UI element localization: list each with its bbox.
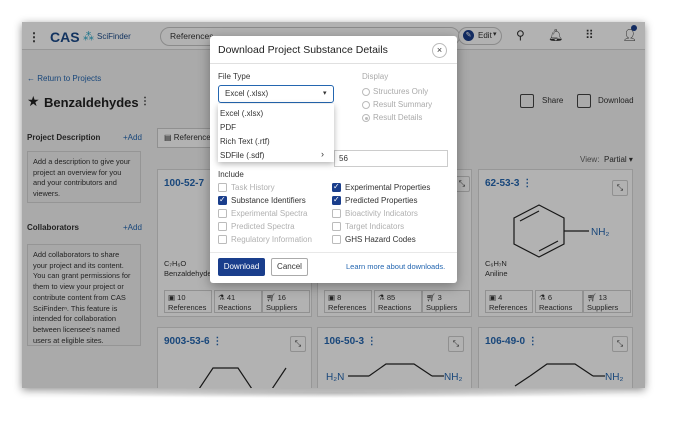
checkbox-label: Task History bbox=[231, 183, 275, 192]
file-type-label: File Type bbox=[218, 72, 251, 81]
checkbox-bioactivity-indicators[interactable] bbox=[332, 209, 341, 218]
display-option-label: Structures Only bbox=[373, 87, 429, 96]
file-type-select[interactable]: Excel (.xlsx) bbox=[218, 85, 334, 103]
learn-more-link[interactable]: Learn more about downloads. bbox=[346, 262, 445, 271]
cancel-button[interactable]: Cancel bbox=[271, 258, 308, 276]
dialog-footer-divider bbox=[210, 252, 457, 253]
checkbox-label: Predicted Properties bbox=[345, 196, 418, 205]
checkbox-predicted-spectra[interactable] bbox=[218, 222, 227, 231]
checkbox-label: Experimental Spectra bbox=[231, 209, 308, 218]
download-submit-button[interactable]: Download bbox=[218, 258, 265, 276]
chevron-down-icon: ▾ bbox=[323, 90, 327, 97]
checkbox-label: Target Indicators bbox=[345, 222, 405, 231]
download-dialog: Download Project Substance Details × Fil… bbox=[210, 36, 457, 283]
dialog-title: Download Project Substance Details bbox=[218, 44, 388, 56]
dialog-divider bbox=[210, 63, 457, 64]
checkbox-target-indicators[interactable] bbox=[332, 222, 341, 231]
checkbox-ghs-hazard-codes[interactable] bbox=[332, 235, 341, 244]
checkbox-label: GHS Hazard Codes bbox=[345, 235, 416, 244]
checkbox-substance-identifiers[interactable] bbox=[218, 195, 227, 205]
close-icon[interactable]: × bbox=[432, 43, 447, 58]
checkbox-experimental-properties[interactable] bbox=[332, 182, 341, 192]
display-option-label: Result Details bbox=[373, 113, 423, 122]
menu-item-excel[interactable]: Excel (.xlsx) bbox=[220, 109, 263, 118]
checkbox-label: Bioactivity Indicators bbox=[345, 209, 418, 218]
checkbox-regulatory-information[interactable] bbox=[218, 235, 227, 244]
menu-item-sdfile[interactable]: SDFile (.sdf) bbox=[220, 151, 264, 160]
display-option-label: Result Summary bbox=[373, 100, 433, 109]
checkbox-task-history[interactable] bbox=[218, 183, 227, 192]
radio-result-details[interactable] bbox=[362, 114, 370, 122]
checkbox-experimental-spectra[interactable] bbox=[218, 209, 227, 218]
checkbox-predicted-properties[interactable] bbox=[332, 195, 341, 205]
app-window: ⋮ CAS ⁂ SciFinder References ✎ Edit ▾ ⚲ … bbox=[22, 22, 645, 388]
checkbox-label: Regulatory Information bbox=[231, 235, 312, 244]
radio-result-summary[interactable] bbox=[362, 101, 370, 109]
menu-item-pdf[interactable]: PDF bbox=[220, 123, 236, 132]
radio-structures-only[interactable] bbox=[362, 88, 370, 96]
include-label: Include bbox=[218, 170, 244, 179]
checkbox-label: Predicted Spectra bbox=[231, 222, 295, 231]
checkbox-label: Substance Identifiers bbox=[231, 196, 306, 205]
menu-item-rtf[interactable]: Rich Text (.rtf) bbox=[220, 137, 270, 146]
display-label: Display bbox=[362, 72, 389, 81]
chevron-right-icon: › bbox=[321, 149, 324, 159]
file-name-input[interactable]: 56 bbox=[334, 150, 448, 167]
checkbox-label: Experimental Properties bbox=[345, 183, 431, 192]
